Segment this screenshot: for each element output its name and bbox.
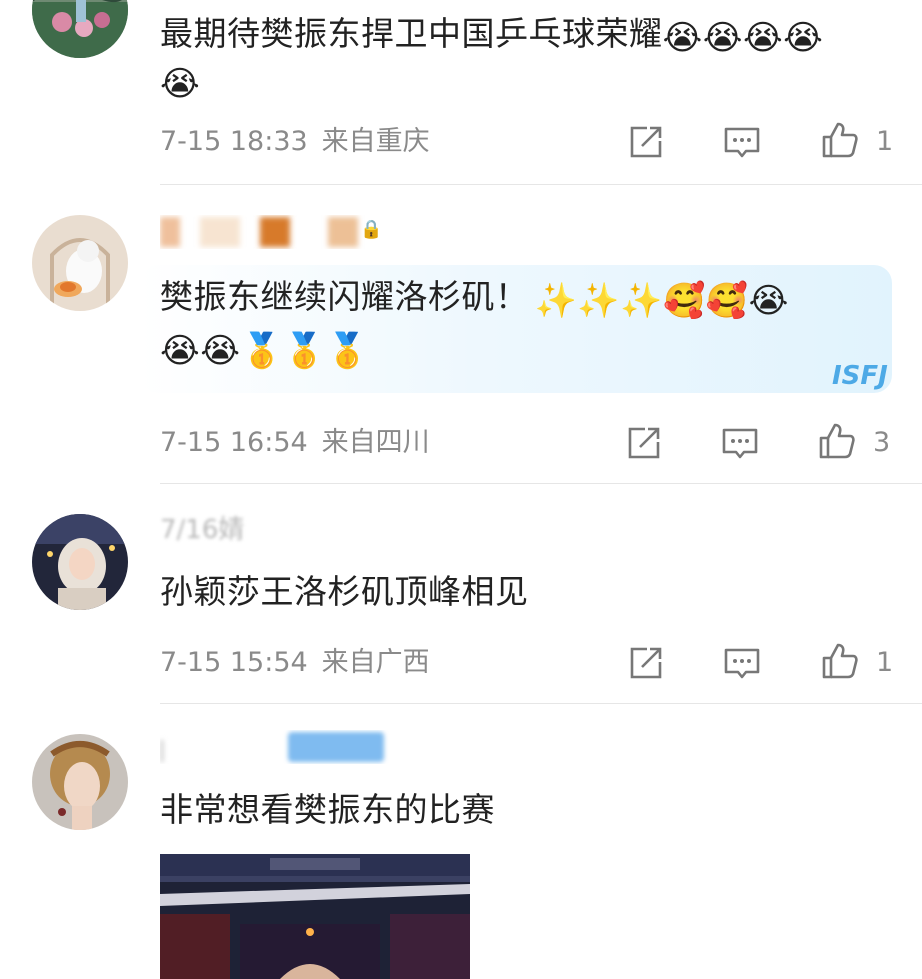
share-icon[interactable]: [626, 122, 666, 162]
comment-icon[interactable]: [720, 423, 760, 463]
comment-text: 非常想看樊振东的比赛: [160, 790, 495, 829]
username[interactable]: 7/16婧: [160, 510, 244, 545]
comment-attached-image[interactable]: [160, 854, 470, 979]
medal-emoji: 😭😭🥇🥇🥇: [160, 331, 369, 371]
comment-meta: 7-15 16:54 来自四川: [160, 423, 444, 463]
avatar[interactable]: [32, 215, 128, 311]
crying-emoji: 😭😭😭😭: [662, 18, 824, 58]
comment-time: 7-15 15:54: [160, 647, 308, 678]
username-blurred: [160, 730, 390, 764]
share-icon[interactable]: [624, 423, 664, 463]
avatar[interactable]: [32, 734, 128, 830]
thumbs-up-icon[interactable]: [817, 421, 857, 461]
sparkles-emoji: ✨✨✨🥰🥰😭: [534, 281, 789, 321]
comment-location: 来自四川: [321, 427, 430, 458]
comment-time: 7-15 16:54: [160, 427, 308, 458]
comment-icon[interactable]: [722, 122, 762, 162]
comment-icon[interactable]: [722, 643, 762, 683]
username-blurred: [160, 215, 370, 249]
share-icon[interactable]: [626, 643, 666, 683]
comment-location: 来自广西: [321, 647, 430, 678]
like-count: 1: [876, 647, 894, 678]
comment-meta: 7-15 18:33 来自重庆: [160, 122, 444, 162]
thumbs-up-icon[interactable]: [820, 641, 860, 681]
like-count: 3: [873, 427, 891, 458]
avatar[interactable]: [32, 0, 128, 58]
comment-item: 7/16婧 孙颖莎王洛杉矶顶峰相见 7-15 15:54 来自广西 1: [0, 484, 922, 704]
thumbs-up-icon[interactable]: [820, 120, 860, 160]
comment-item: 🔒 樊振东继续闪耀洛杉矶！ ✨✨✨🥰🥰😭 😭😭🥇🥇🥇 ISFJ 7-15 16:5…: [0, 185, 922, 484]
comment-location: 来自重庆: [321, 126, 430, 157]
lock-badge-icon: 🔒: [360, 219, 383, 240]
comment-text: 最期待樊振东捍卫中国乒乓球荣耀😭😭😭😭: [160, 14, 824, 58]
comment-emoji-line: 😭: [160, 56, 200, 104]
comment-item: 最期待樊振东捍卫中国乒乓球荣耀😭😭😭😭 😭 7-15 18:33 来自重庆 1: [0, 0, 922, 185]
comment-text: 孙颖莎王洛杉矶顶峰相见: [160, 572, 529, 611]
crying-emoji: 😭: [160, 64, 201, 104]
comment-text: 樊振东继续闪耀洛杉矶！ ✨✨✨🥰🥰😭: [160, 277, 789, 321]
avatar[interactable]: [32, 514, 128, 610]
comment-meta: 7-15 15:54 来自广西: [160, 643, 444, 683]
comment-time: 7-15 18:33: [160, 126, 308, 157]
like-count: 1: [876, 126, 894, 157]
comment-emoji-line: 😭😭🥇🥇🥇: [160, 323, 369, 371]
bubble-decoration-tag: ISFJ: [832, 361, 888, 391]
